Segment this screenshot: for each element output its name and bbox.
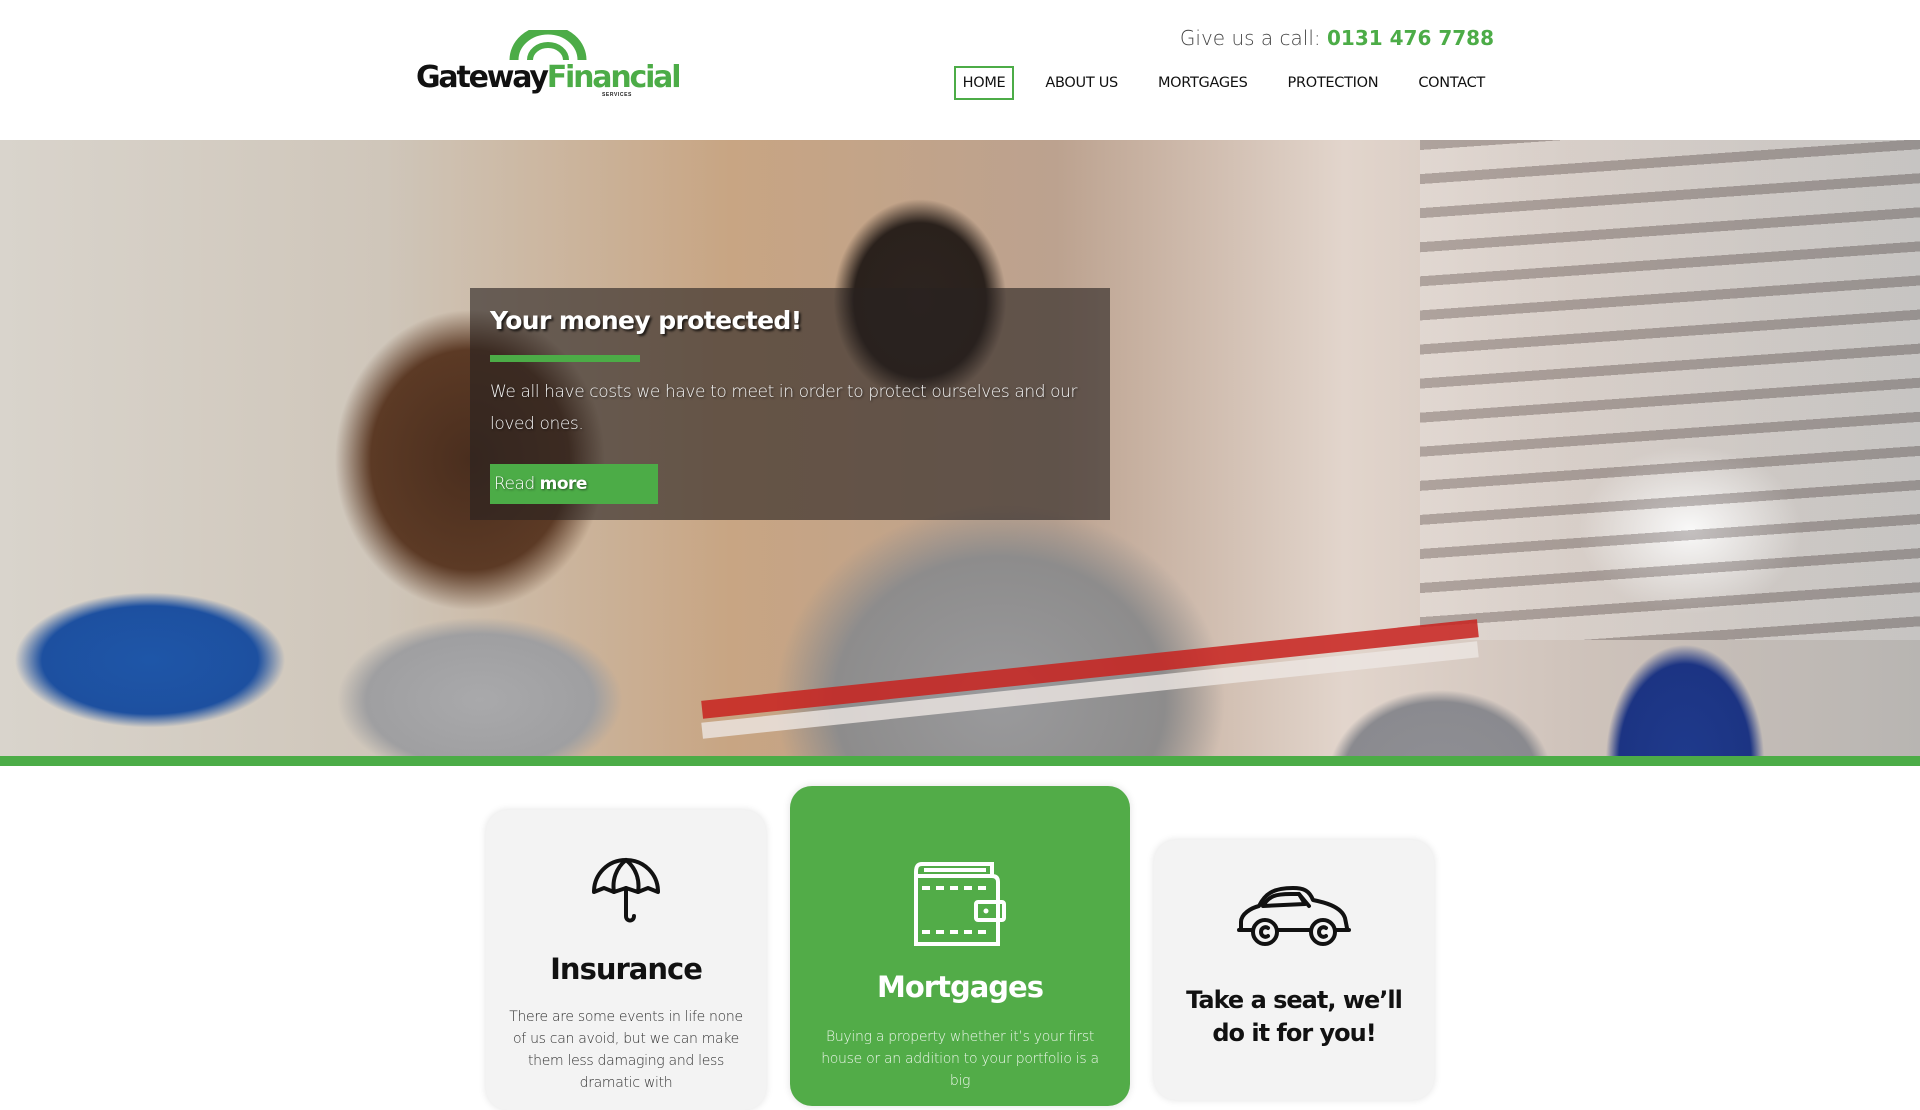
nav-mortgages[interactable]: MORTGAGES bbox=[1149, 66, 1257, 100]
car-icon bbox=[1237, 886, 1351, 946]
read-more-label-bold: more bbox=[539, 474, 588, 494]
site-header: GatewayFinancial SERVICES Give us a call… bbox=[0, 0, 1920, 140]
card-title: Mortgages bbox=[877, 970, 1044, 1004]
main-nav: HOME ABOUT US MORTGAGES PROTECTION CONTA… bbox=[953, 65, 1494, 101]
card-insurance[interactable]: Insurance There are some events in life … bbox=[486, 810, 766, 1110]
call-info: Give us a call: 0131 476 7788 bbox=[1180, 26, 1494, 50]
hero-divider bbox=[490, 355, 640, 362]
logo-primary: Gateway bbox=[416, 60, 549, 95]
read-more-label-light: Read bbox=[494, 474, 535, 494]
logo-arc-icon bbox=[509, 30, 587, 61]
hero-background-blinds bbox=[1420, 140, 1920, 640]
wallet-icon bbox=[914, 862, 1006, 946]
logo-text: GatewayFinancial bbox=[416, 60, 682, 95]
hero-text: We all have costs we have to meet in ord… bbox=[490, 382, 1078, 434]
card-take-a-seat[interactable]: Take a seat, we’ll do it for you! bbox=[1154, 840, 1434, 1100]
read-more-button[interactable]: Read more bbox=[490, 464, 658, 504]
hero-banner: Your money protected! We all have costs … bbox=[0, 140, 1920, 756]
nav-contact[interactable]: CONTACT bbox=[1409, 66, 1494, 100]
logo-subtitle: SERVICES bbox=[602, 92, 632, 98]
card-text: There are some events in life none of us… bbox=[509, 1009, 743, 1091]
hero-caption-box: Your money protected! We all have costs … bbox=[470, 288, 1110, 520]
nav-home[interactable]: HOME bbox=[953, 66, 1015, 100]
phone-number[interactable]: 0131 476 7788 bbox=[1327, 26, 1494, 50]
logo[interactable]: GatewayFinancial SERVICES bbox=[416, 30, 681, 100]
umbrella-icon bbox=[592, 858, 660, 923]
card-mortgages[interactable]: Mortgages Buying a property whether it’s… bbox=[790, 786, 1130, 1106]
card-title: Insurance bbox=[550, 952, 703, 986]
hero-title: Your money protected! bbox=[490, 306, 802, 335]
card-title: Take a seat, we’ll do it for you! bbox=[1186, 986, 1403, 1047]
nav-protection[interactable]: PROTECTION bbox=[1279, 66, 1388, 100]
nav-about-us[interactable]: ABOUT US bbox=[1036, 66, 1127, 100]
card-text: Buying a property whether it’s your firs… bbox=[821, 1029, 1099, 1089]
logo-secondary: Financial bbox=[546, 60, 682, 95]
call-label: Give us a call: bbox=[1179, 26, 1321, 50]
hero-bottom-divider bbox=[0, 756, 1920, 766]
